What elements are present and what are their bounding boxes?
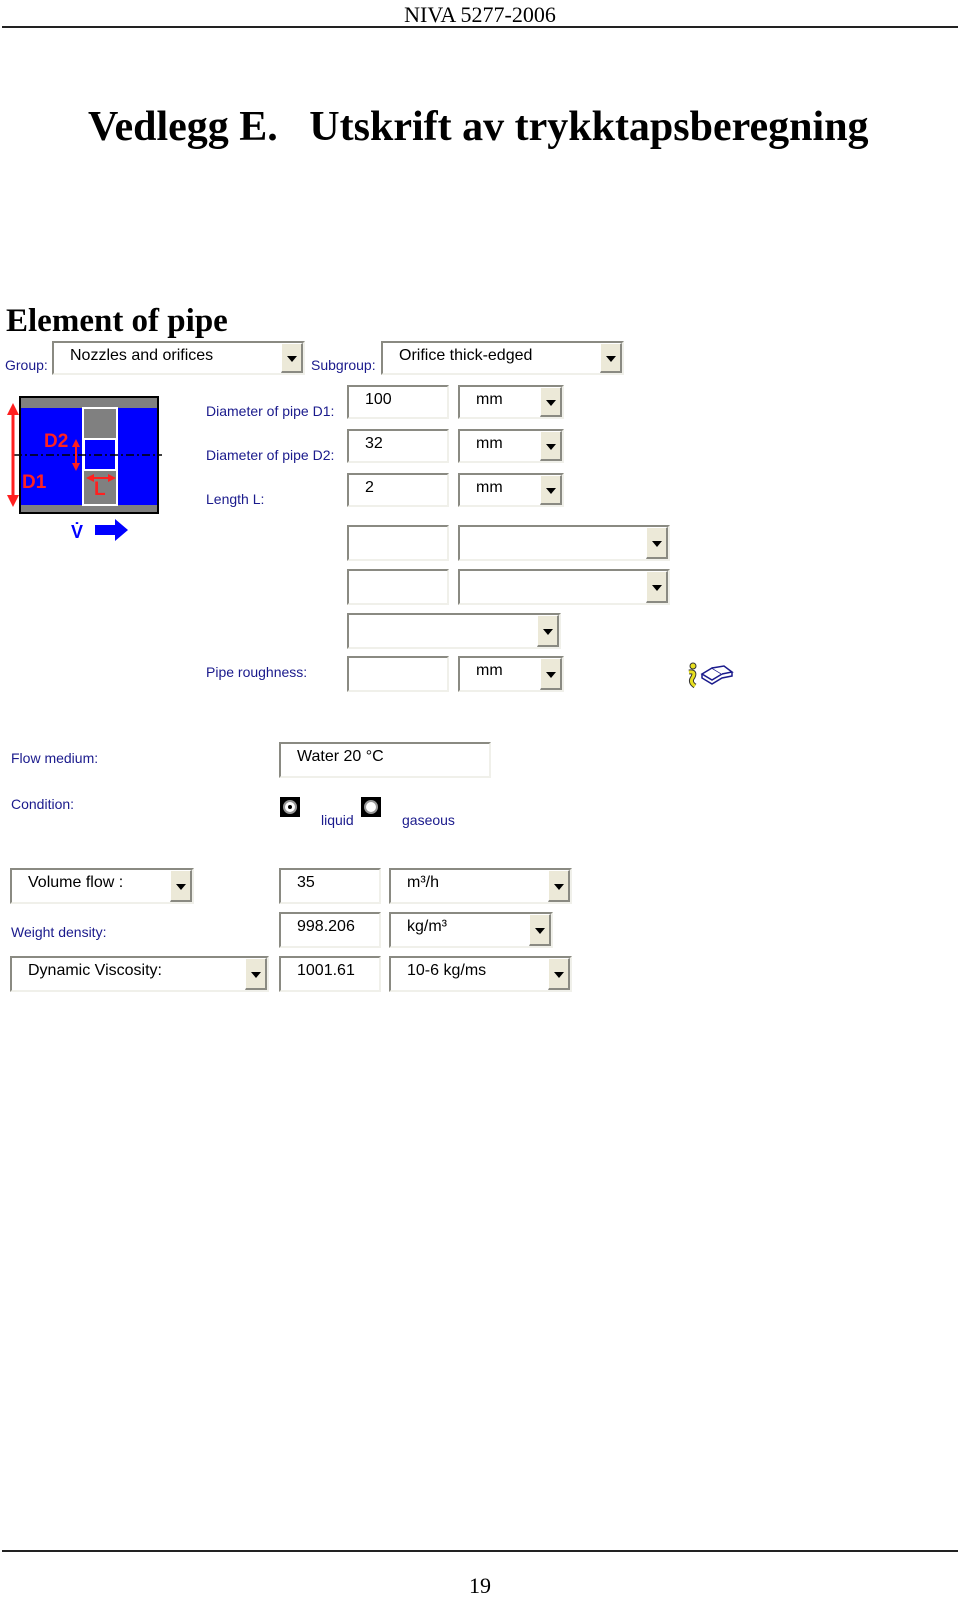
flow-arrow-icon [95,519,128,541]
weight-density-label: Weight density: [11,924,107,940]
chevron-down-icon[interactable] [170,870,192,902]
d1-input[interactable]: 100 [347,385,449,419]
dynamic-viscosity-label: Dynamic Viscosity: [28,962,162,979]
l-label: L [94,479,106,500]
length-value: 2 [365,479,374,496]
d1-value: 100 [365,391,392,408]
subgroup-label: Subgroup: [311,357,376,373]
volume-flow-input[interactable]: 35 [279,868,381,904]
radio-dot [364,800,378,814]
group-label: Group: [5,357,48,373]
flow-medium-label: Flow medium: [11,750,99,766]
flow-medium-value: Water 20 °C [297,748,384,765]
subgroup-value: Orifice thick-edged [399,347,533,364]
page-title: Vedlegg E. Utskrift av trykktapsberegnin… [88,104,869,150]
chevron-down-icon[interactable] [646,571,668,603]
arrow-down-icon [7,495,19,507]
weight-density-unit-select[interactable]: kg/m³ [389,912,553,948]
chevron-down-icon[interactable] [540,658,562,690]
d2-input[interactable]: 32 [347,429,449,463]
empty-select-1[interactable] [458,525,670,561]
length-input[interactable]: 2 [347,473,449,507]
chevron-down-icon[interactable] [540,431,562,461]
empty-select-2[interactable] [458,569,670,605]
weight-density-unit: kg/m³ [407,918,447,935]
length-unit: mm [476,479,503,496]
volume-flow-unit: m³/h [407,874,439,891]
roughness-label: Pipe roughness: [206,664,308,680]
weight-density-input[interactable]: 998.206 [279,912,381,948]
liquid-label[interactable]: liquid [321,812,354,828]
dynamic-viscosity-value: 1001.61 [297,962,355,979]
page-number: 19 [469,1573,491,1598]
chevron-down-icon[interactable] [548,870,570,902]
volume-flow-label: Volume flow : [28,874,124,891]
param-label-length: Length L: [206,491,265,507]
d2-value: 32 [365,435,383,452]
chevron-down-icon[interactable] [548,958,570,990]
param-label-d1: Diameter of pipe D1: [206,403,335,419]
group-value: Nozzles and orifices [70,347,214,364]
radio-liquid[interactable] [280,797,300,817]
length-unit-select[interactable]: mm [458,473,564,507]
flow-medium-field[interactable]: Water 20 °C [279,742,491,778]
header-rule [2,26,958,28]
d1-unit: mm [476,391,503,408]
volume-flow-value: 35 [297,874,315,891]
weight-density-value: 998.206 [297,918,355,935]
report-id: NIVA 5277-2006 [404,2,556,27]
param-label-d2: Diameter of pipe D2: [206,447,335,463]
chevron-down-icon[interactable] [540,475,562,505]
footer-rule [2,1550,958,1552]
help-icons [688,662,734,689]
volume-flow-unit-select[interactable]: m³/h [389,868,572,904]
subgroup-select[interactable]: Orifice thick-edged [381,341,624,375]
chevron-down-icon[interactable] [646,527,668,559]
volume-flow-select[interactable]: Volume flow : [10,868,194,904]
roughness-unit: mm [476,662,503,679]
condition-label: Condition: [11,796,75,812]
chevron-down-icon[interactable] [529,914,551,946]
section-title: Element of pipe [6,303,228,339]
dynamic-viscosity-input[interactable]: 1001.61 [279,956,381,992]
radio-gaseous[interactable] [361,797,381,817]
chevron-down-icon[interactable] [540,387,562,417]
chevron-down-icon[interactable] [600,343,622,373]
d2-unit-select[interactable]: mm [458,429,564,463]
empty-select-3[interactable] [347,613,561,649]
dynamic-viscosity-select[interactable]: Dynamic Viscosity: [10,956,269,992]
arrow-up-icon [7,403,19,415]
roughness-input[interactable] [347,656,449,692]
d1-label: D1 [22,472,47,493]
v-label: V̇ [71,521,83,542]
d2-unit: mm [476,435,503,452]
roughness-unit-select[interactable]: mm [458,656,564,692]
empty-input-1[interactable] [347,525,449,561]
radio-dot [283,800,297,814]
orifice-diagram: D2 D1 L V̇ [7,396,162,542]
d1-unit-select[interactable]: mm [458,385,564,419]
empty-input-2[interactable] [347,569,449,605]
info-icon[interactable] [688,662,697,689]
dynamic-viscosity-unit: 10-6 kg/ms [407,962,487,979]
chevron-down-icon[interactable] [281,343,303,373]
chevron-down-icon[interactable] [245,958,267,990]
book-icon[interactable] [700,665,734,685]
group-select[interactable]: Nozzles and orifices [52,341,305,375]
dynamic-viscosity-unit-select[interactable]: 10-6 kg/ms [389,956,572,992]
d2-label: D2 [44,431,68,452]
chevron-down-icon[interactable] [537,615,559,647]
gaseous-label[interactable]: gaseous [402,812,455,828]
